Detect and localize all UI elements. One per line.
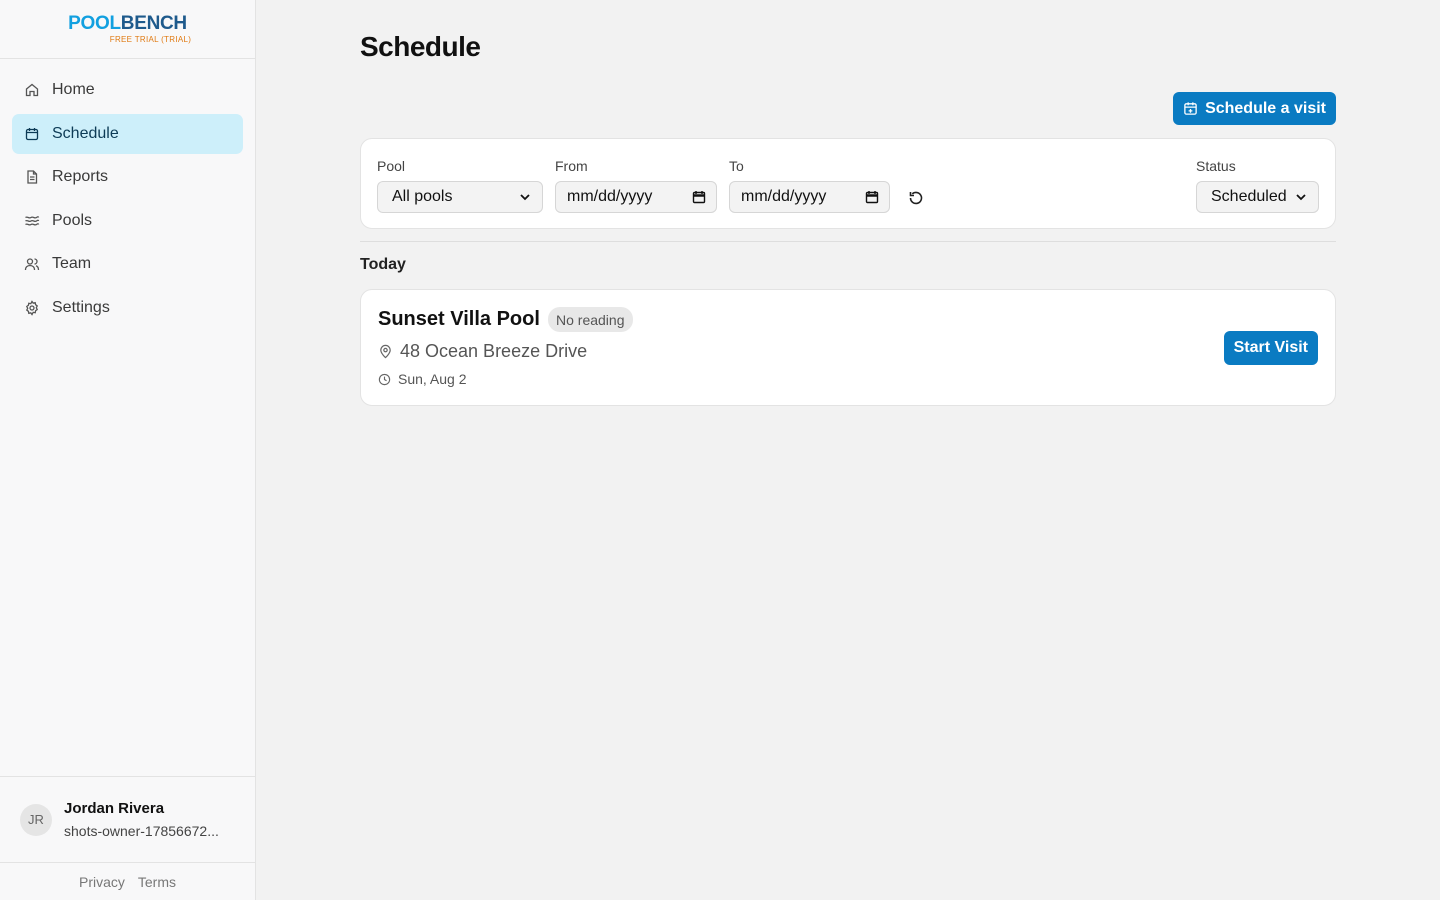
sidebar-item-label: Pools bbox=[52, 211, 93, 229]
pool-select[interactable]: All pools bbox=[377, 181, 543, 213]
visit-address: 48 Ocean Breeze Drive bbox=[378, 341, 587, 362]
start-visit-button[interactable]: Start Visit bbox=[1223, 331, 1318, 365]
waves-icon bbox=[25, 215, 40, 226]
status-select[interactable]: Scheduled bbox=[1196, 181, 1319, 213]
visit-date: Sun, Aug 2 bbox=[378, 371, 467, 387]
filter-bar: Pool All pools From mm/dd/yyyy To mm/dd/… bbox=[360, 138, 1336, 229]
brand-name-part1: POOL bbox=[68, 13, 121, 34]
schedule-visit-label: Schedule a visit bbox=[1205, 99, 1326, 117]
sidebar-item-label: Team bbox=[52, 255, 92, 272]
from-date-placeholder: mm/dd/yyyy bbox=[567, 188, 653, 205]
terms-link[interactable]: Terms bbox=[138, 874, 176, 890]
status-badge: No reading bbox=[548, 307, 633, 332]
calendar-icon bbox=[692, 191, 706, 204]
visit-address-text: 48 Ocean Breeze Drive bbox=[400, 341, 588, 361]
pool-filter-label: Pool bbox=[377, 158, 406, 174]
sidebar-item-home[interactable]: Home bbox=[12, 70, 243, 110]
sidebar-item-settings[interactable]: Settings bbox=[12, 288, 243, 328]
location-pin-icon bbox=[380, 344, 391, 359]
sidebar-item-team[interactable]: Team bbox=[12, 244, 243, 284]
home-icon bbox=[25, 83, 39, 97]
footer-links: Privacy Terms bbox=[0, 862, 255, 900]
sidebar-item-pools[interactable]: Pools bbox=[12, 201, 243, 241]
user-name: Jordan Rivera bbox=[64, 800, 165, 817]
chevron-down-icon bbox=[520, 194, 530, 201]
page-title: Schedule bbox=[360, 31, 481, 62]
sidebar-nav: Home Schedule Reports Pools Team Setting… bbox=[0, 59, 255, 342]
visit-pool-name: Sunset Villa Pool bbox=[378, 308, 540, 330]
brand-header: POOLBENCH FREE TRIAL (TRIAL) bbox=[0, 0, 255, 59]
calendar-icon bbox=[25, 127, 39, 140]
section-heading-today: Today bbox=[360, 256, 406, 273]
sidebar: POOLBENCH FREE TRIAL (TRIAL) Home Schedu… bbox=[0, 0, 256, 900]
sidebar-item-label: Reports bbox=[52, 168, 109, 185]
brand-logo[interactable]: POOLBENCH bbox=[68, 14, 187, 34]
user-profile[interactable]: JR Jordan Rivera shots-owner-17856672... bbox=[0, 776, 255, 862]
visit-card[interactable]: Sunset Villa Pool No reading 48 Ocean Br… bbox=[360, 289, 1336, 406]
visit-date-text: Sun, Aug 2 bbox=[398, 371, 467, 387]
avatar: JR bbox=[20, 803, 52, 836]
sidebar-item-label: Home bbox=[52, 81, 95, 98]
sidebar-item-reports[interactable]: Reports bbox=[12, 157, 243, 197]
trial-tag: FREE TRIAL (TRIAL) bbox=[109, 35, 192, 44]
reset-filters-icon[interactable] bbox=[907, 189, 925, 207]
brand-name-part2: BENCH bbox=[120, 13, 187, 34]
document-icon bbox=[27, 170, 38, 184]
user-email: shots-owner-17856672... bbox=[64, 823, 219, 839]
to-date-placeholder: mm/dd/yyyy bbox=[741, 188, 827, 205]
sidebar-item-label: Settings bbox=[52, 298, 110, 316]
sidebar-item-schedule[interactable]: Schedule bbox=[12, 113, 243, 154]
privacy-link[interactable]: Privacy bbox=[79, 874, 125, 890]
calendar-plus-icon bbox=[1184, 102, 1197, 115]
from-date-label: From bbox=[555, 158, 588, 174]
gear-icon bbox=[25, 299, 39, 316]
schedule-visit-button[interactable]: Schedule a visit bbox=[1173, 92, 1336, 125]
from-date-input[interactable]: mm/dd/yyyy bbox=[555, 181, 717, 213]
pool-select-value: All pools bbox=[392, 188, 453, 205]
users-icon bbox=[24, 258, 40, 271]
section-divider bbox=[360, 241, 1336, 242]
to-date-input[interactable]: mm/dd/yyyy bbox=[729, 181, 890, 213]
to-date-label: To bbox=[729, 158, 744, 174]
status-select-value: Scheduled bbox=[1211, 188, 1287, 205]
sidebar-item-label: Schedule bbox=[52, 124, 119, 142]
chevron-down-icon bbox=[1296, 194, 1306, 201]
calendar-icon bbox=[865, 191, 879, 204]
status-filter-label: Status bbox=[1196, 158, 1236, 174]
clock-icon bbox=[378, 373, 391, 385]
